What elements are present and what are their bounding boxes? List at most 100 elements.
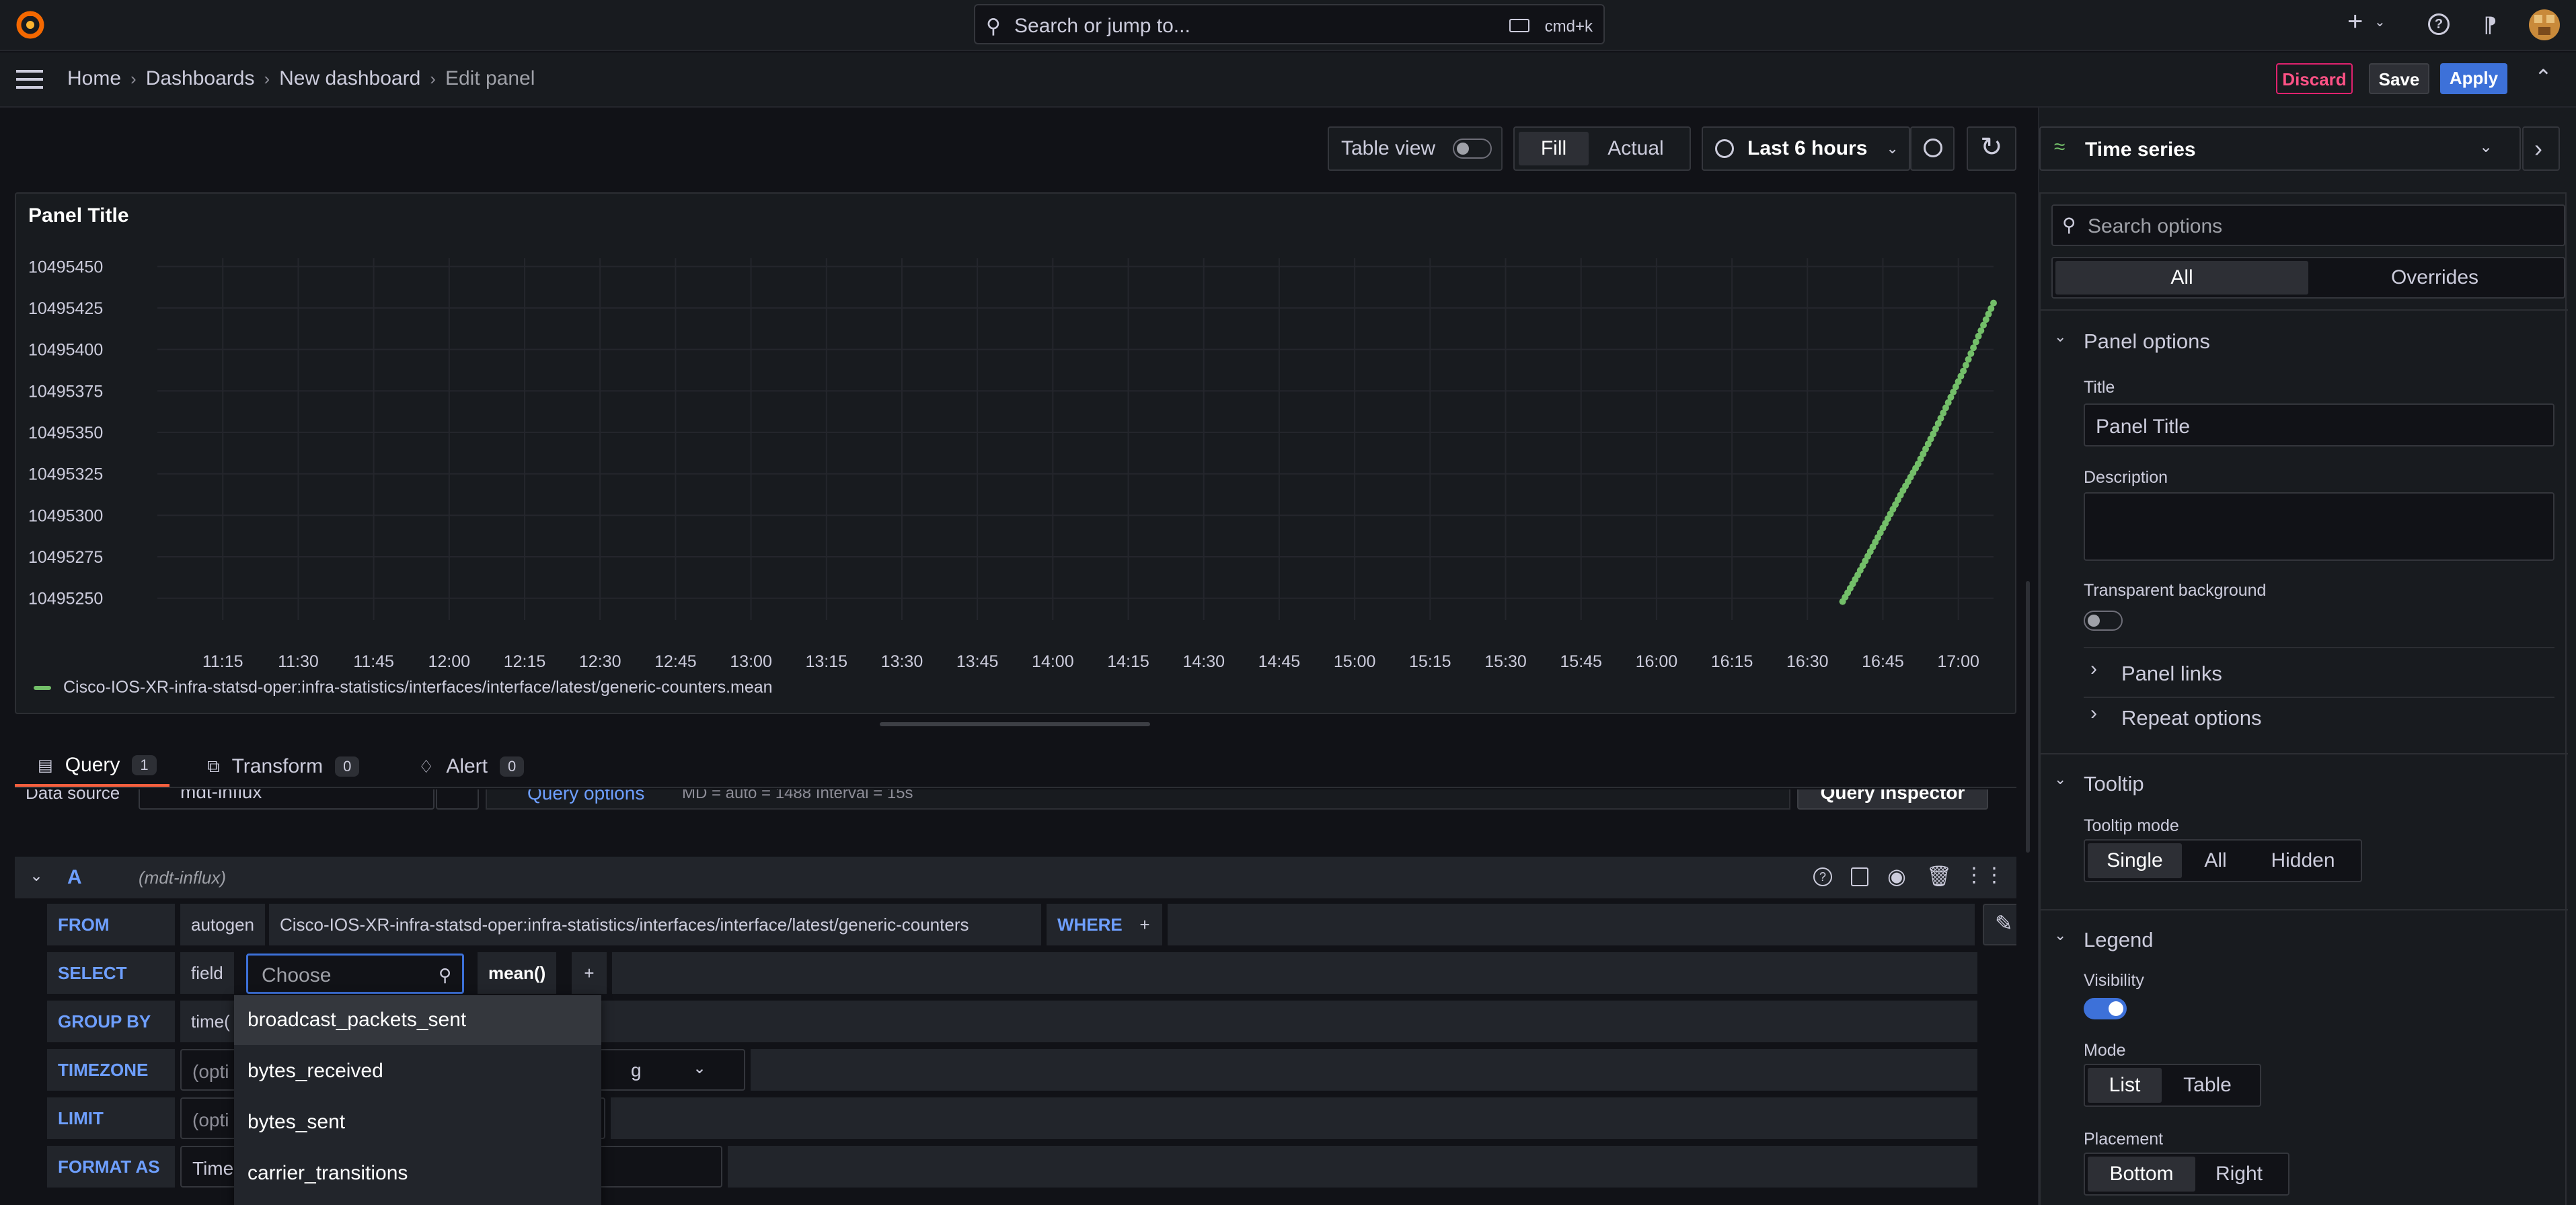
chevron-down-icon[interactable]: ⌄ (2054, 927, 2066, 944)
description-textarea[interactable] (2084, 492, 2554, 561)
options-search-placeholder: Search options (2088, 215, 2223, 237)
save-button[interactable]: Save (2369, 63, 2429, 94)
global-search[interactable]: ⚲ Search or jump to... cmd+k (974, 4, 1605, 44)
timezone-label: TIMEZONE (47, 1049, 175, 1091)
legend-mode-table[interactable]: Table (2162, 1068, 2253, 1103)
legend-placement-right[interactable]: Right (2195, 1157, 2283, 1192)
legend-series-name: Cisco-IOS-XR-infra-statsd-oper:infra-sta… (63, 678, 773, 697)
refresh-button[interactable]: ↻ (1967, 126, 2016, 171)
select-function[interactable]: mean() (478, 952, 557, 994)
dropdown-option-label[interactable]: carrier_transitions (248, 1162, 408, 1185)
transparent-background-switch[interactable] (2084, 611, 2123, 631)
query-options-label: Query options (527, 789, 645, 804)
plus-icon[interactable]: + (2347, 7, 2363, 37)
tooltip-mode-single[interactable]: Single (2088, 843, 2182, 878)
news-rss-icon[interactable]: ⁋ (2483, 12, 2497, 38)
tooltip-mode-all[interactable]: All (2182, 843, 2249, 878)
query-editor: Data source mdt-influx Query options MD … (15, 789, 2016, 1205)
table-view-toggle[interactable]: Table view (1328, 126, 1503, 171)
chevron-down-icon[interactable]: ⌄ (2054, 771, 2066, 788)
x-tick-label: 17:00 (1937, 652, 1979, 671)
title-input[interactable]: Panel Title (2084, 403, 2554, 446)
x-tick-label: 14:15 (1107, 652, 1149, 671)
grafana-logo-icon[interactable] (15, 9, 46, 40)
time-range-picker[interactable]: Last 6 hours ⌄ (1702, 126, 1910, 171)
datasource-help-button[interactable] (436, 789, 479, 810)
query-ref-id[interactable]: A (67, 866, 82, 889)
tab-transform-label: Transform (231, 755, 324, 777)
tooltip-mode-hidden[interactable]: Hidden (2249, 843, 2357, 878)
chevron-down-icon[interactable]: ⌄ (2374, 13, 2386, 30)
tab-alert[interactable]: ♢ Alert 0 (418, 746, 525, 787)
chart-legend[interactable]: Cisco-IOS-XR-infra-statsd-oper:infra-sta… (34, 678, 773, 697)
duplicate-icon[interactable] (1851, 867, 1868, 886)
tooltip-section-title[interactable]: Tooltip (2084, 772, 2144, 796)
zoom-out-button[interactable] (1910, 126, 1955, 171)
time-range-value: Last 6 hours (1747, 137, 1868, 159)
from-measurement[interactable]: Cisco-IOS-XR-infra-statsd-oper:infra-sta… (269, 904, 1041, 945)
tab-query-count: 1 (132, 755, 157, 775)
dropdown-option-label[interactable]: bytes_sent (248, 1111, 345, 1134)
panel-links-title[interactable]: Panel links (2121, 662, 2222, 686)
collapse-options-button[interactable]: › (2522, 126, 2560, 171)
options-tab-all[interactable]: All (2055, 261, 2308, 295)
field-dropdown-menu: broadcast_packets_sent bytes_received by… (234, 995, 601, 1205)
x-tick-label: 13:15 (805, 652, 847, 671)
drag-handle-icon[interactable]: ⋮⋮ (1964, 863, 2004, 887)
breadcrumb-new-dashboard[interactable]: New dashboard (279, 67, 420, 90)
actual-option[interactable]: Actual (1589, 132, 1683, 165)
from-policy[interactable]: autogen (180, 904, 265, 945)
repeat-options-title[interactable]: Repeat options (2121, 706, 2262, 730)
panel-splitter-handle[interactable] (880, 722, 1150, 726)
select-field-input[interactable]: Choose ⚲ (246, 954, 464, 994)
breadcrumb-dashboards[interactable]: Dashboards (146, 67, 255, 90)
query-row-header[interactable]: ⌄ A (mdt-influx) ? ◉ 🗑 ⋮⋮ (15, 857, 2016, 898)
help-icon[interactable]: ? (1813, 867, 1832, 886)
dropdown-option-label[interactable]: bytes_received (248, 1060, 383, 1083)
fill-option[interactable]: Fill (1519, 132, 1589, 165)
trash-icon[interactable]: 🗑 (1926, 865, 1952, 888)
chevron-down-icon[interactable]: ⌄ (693, 1058, 706, 1078)
query-options-bar[interactable]: Query options MD = auto = 1488 Interval … (486, 789, 1790, 810)
chevron-down-icon[interactable]: ⌄ (2054, 328, 2066, 346)
datasource-picker[interactable]: mdt-influx (139, 789, 434, 810)
chevron-up-icon[interactable]: ⌃ (2534, 65, 2552, 90)
x-tick-label: 12:15 (504, 652, 546, 671)
dropdown-option-label[interactable]: broadcast_packets_sent (248, 1009, 466, 1032)
legend-mode-list[interactable]: List (2088, 1068, 2162, 1103)
legend-section-title[interactable]: Legend (2084, 928, 2153, 952)
panel-options-title[interactable]: Panel options (2084, 329, 2210, 354)
legend-placement-bottom[interactable]: Bottom (2088, 1157, 2195, 1192)
query-inspector-button[interactable]: Query inspector (1797, 789, 1988, 810)
options-search-input[interactable]: ⚲ Search options (2051, 204, 2565, 246)
select-field-part[interactable]: field (180, 952, 234, 994)
where-add-button[interactable]: + (1127, 904, 1162, 945)
y-tick-label: 10495325 (28, 465, 103, 484)
select-add-button[interactable]: + (572, 952, 607, 994)
eye-icon[interactable]: ◉ (1887, 863, 1906, 889)
menu-icon[interactable] (16, 70, 43, 89)
legend-color-swatch (34, 685, 51, 690)
user-avatar[interactable] (2529, 9, 2560, 40)
table-view-switch[interactable] (1453, 139, 1492, 159)
timeseries-viz-icon: ≈ (2054, 136, 2066, 158)
x-tick-label: 11:15 (202, 652, 243, 671)
tab-transform[interactable]: ⧉ Transform 0 (207, 746, 360, 787)
collapse-chevron-icon[interactable]: ⌄ (30, 866, 43, 886)
tab-query[interactable]: ▤ Query 1 (15, 746, 169, 787)
x-tick-label: 11:45 (353, 652, 394, 671)
raw-query-edit-button[interactable]: ✎ (1983, 904, 2016, 945)
apply-button[interactable]: Apply (2440, 63, 2507, 94)
chevron-right-icon[interactable]: › (2090, 702, 2097, 725)
y-tick-label: 10495350 (28, 424, 103, 442)
timeseries-chart: 10495450 10495425 10495400 10495375 10495350… (28, 258, 1997, 671)
editor-scrollbar[interactable] (2026, 581, 2030, 853)
tab-query-label: Query (65, 754, 120, 776)
help-icon[interactable]: ? (2428, 13, 2450, 35)
visibility-switch[interactable] (2084, 998, 2127, 1019)
visualization-picker[interactable]: ≈ Time series ⌄ (2039, 126, 2521, 171)
breadcrumb-home[interactable]: Home (67, 67, 121, 90)
chevron-right-icon[interactable]: › (2090, 658, 2097, 681)
discard-button[interactable]: Discard (2276, 63, 2353, 94)
options-tab-overrides[interactable]: Overrides (2308, 261, 2561, 295)
